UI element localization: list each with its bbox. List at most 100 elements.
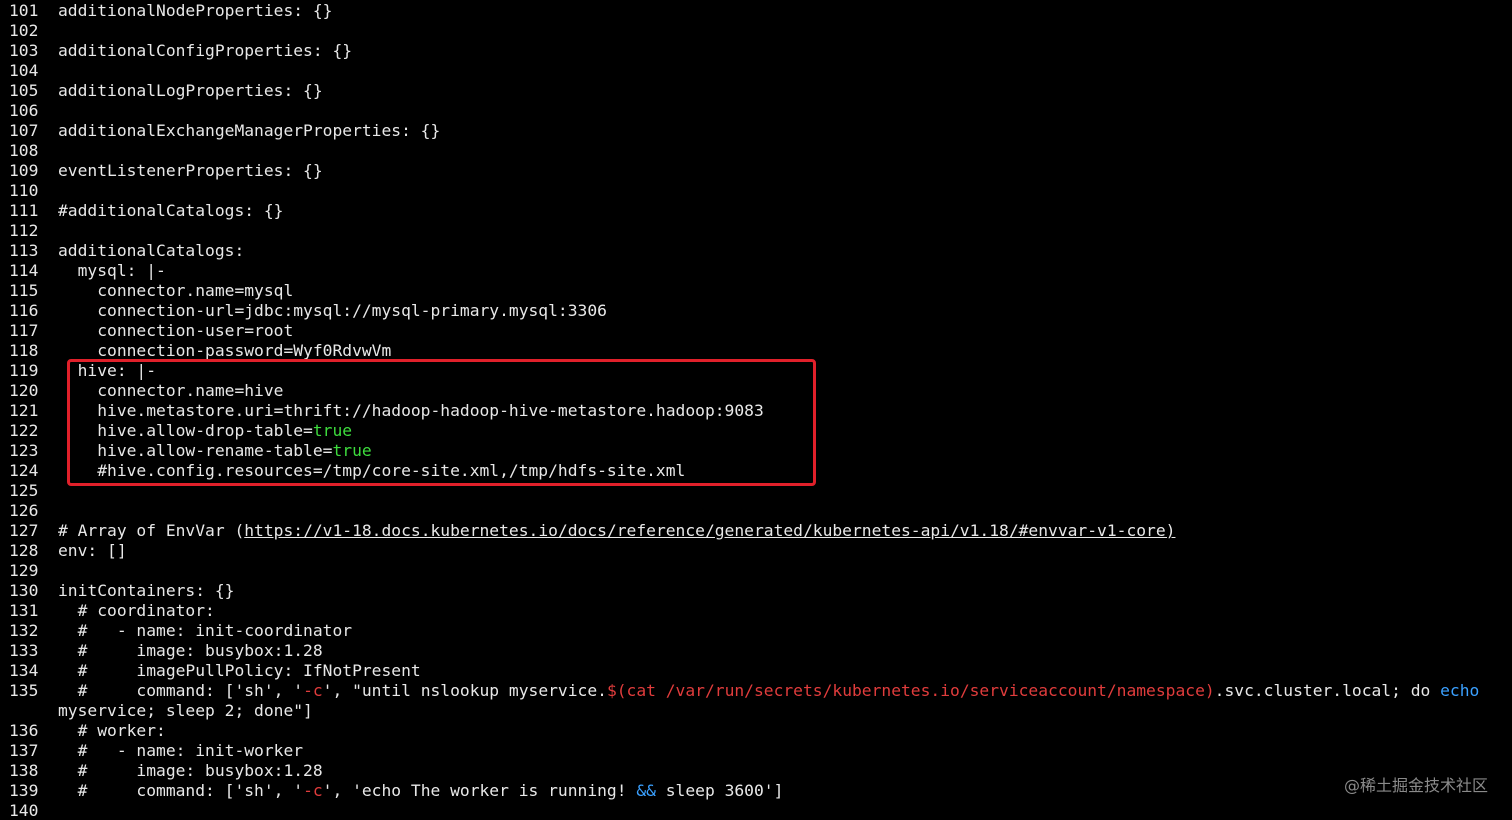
line-number: 108 [9,141,39,160]
code-text: ', 'echo The worker is running! [322,781,637,800]
code-text: additionalConfigProperties: {} [58,41,353,60]
code-text: # coordinator: [58,601,215,620]
watermark: @稀土掘金技术社区 [1343,776,1488,795]
line-number: 135 [9,681,39,700]
line-number: 117 [9,321,39,340]
terminal-window[interactable]: 101 additionalNodeProperties: {} 102 103 add… [0,0,1512,820]
code-text: # command: ['sh', ' [58,781,304,800]
code-text: && [636,781,656,800]
code-text: -c [303,781,323,800]
code-line: 129 [9,561,1512,581]
line-number: 103 [9,41,39,60]
code-text: connection-user=root [58,321,294,340]
code-line: 137 # - name: init-worker [9,741,1512,761]
code-text: echo [1440,681,1480,700]
line-number: 138 [9,761,39,780]
code-text: # - name: init-coordinator [58,621,353,640]
code-text: myservice; sleep 2; done"] [58,701,313,720]
line-number: 112 [9,221,39,240]
code-text: # imagePullPolicy: IfNotPresent [58,661,421,680]
code-text: additionalLogProperties: {} [58,81,323,100]
code-text: mysql: |- [58,261,166,280]
line-number: 134 [9,661,39,680]
code-text: connection-url=jdbc:mysql://mysql-primar… [58,301,607,320]
code-text: $(cat /var/run/secrets/kubernetes.io/ser… [606,681,1215,700]
line-number: 107 [9,121,39,140]
line-number: 128 [9,541,39,560]
line-number: 127 [9,521,39,540]
code-text: additionalNodeProperties: {} [58,1,333,20]
line-number: 109 [9,161,39,180]
code-line: myservice; sleep 2; done"] [9,701,1512,721]
code-text: #additionalCatalogs: {} [58,201,284,220]
code-line: 109 eventListenerProperties: {} [9,161,1512,181]
line-number: 120 [9,381,39,400]
code-line: 115 connector.name=mysql [9,281,1512,301]
code-line: 105 additionalLogProperties: {} [9,81,1512,101]
code-line: 106 [9,101,1512,121]
code-line: 108 [9,141,1512,161]
line-number: 114 [9,261,39,280]
line-number: 130 [9,581,39,600]
code-text: # worker: [58,721,166,740]
code-line: 134 # imagePullPolicy: IfNotPresent [9,661,1512,681]
line-number: 129 [9,561,39,580]
code-text: # image: busybox:1.28 [58,641,323,660]
code-line: 110 [9,181,1512,201]
code-text: .svc.cluster.local; do [1214,681,1441,700]
line-number: 104 [9,61,39,80]
doc-link[interactable]: https://v1-18.docs.kubernetes.io/docs/re… [244,521,1175,540]
code-line: 116 connection-url=jdbc:mysql://mysql-pr… [9,301,1512,321]
line-number: 131 [9,601,39,620]
line-number: 122 [9,421,39,440]
code-text: eventListenerProperties: {} [58,161,323,180]
line-number: 133 [9,641,39,660]
code-text: connection-password=Wyf0RdvwVm [58,341,392,360]
code-line: 138 # image: busybox:1.28 [9,761,1512,781]
code-text: -c [303,681,323,700]
code-text: sleep 3600'] [655,781,784,800]
code-text: additionalCatalogs: [58,241,245,260]
code-line: 114 mysql: |- [9,261,1512,281]
code-text: initContainers: {} [58,581,235,600]
line-number: 125 [9,481,39,500]
code-line: 103 additionalConfigProperties: {} [9,41,1512,61]
code-text: # - name: init-worker [58,741,304,760]
code-line: 133 # image: busybox:1.28 [9,641,1512,661]
line-number: 101 [9,1,39,20]
code-line: 102 [9,21,1512,41]
line-number: 111 [9,201,39,220]
code-line: 127 # Array of EnvVar (https://v1-18.docs… [9,521,1512,541]
line-number: 105 [9,81,39,100]
code-line: 135 # command: ['sh', '-c', "until nsloo… [9,681,1512,701]
code-line: 113 additionalCatalogs: [9,241,1512,261]
code-line: 131 # coordinator: [9,601,1512,621]
line-number: 113 [9,241,39,260]
code-line: 117 connection-user=root [9,321,1512,341]
code-text: # command: ['sh', ' [58,681,304,700]
code-text: # image: busybox:1.28 [58,761,323,780]
line-number: 124 [9,461,39,480]
code-line: 126 [9,501,1512,521]
code-line: 139 # command: ['sh', '-c', 'echo The wo… [9,781,1512,801]
line-number: 119 [9,361,39,380]
code-text: connector.name=mysql [58,281,294,300]
line-number: 139 [9,781,39,800]
code-text: env: [] [58,541,127,560]
code-text: additionalExchangeManagerProperties: {} [58,121,441,140]
code-line: 107 additionalExchangeManagerProperties: … [9,121,1512,141]
line-number: 110 [9,181,39,200]
code-line: 140 [9,801,1512,820]
line-number: 126 [9,501,39,520]
code-line: 136 # worker: [9,721,1512,741]
line-number: 106 [9,101,39,120]
code-line: 118 connection-password=Wyf0RdvwVm [9,341,1512,361]
code-line: 112 [9,221,1512,241]
code-line: 111 #additionalCatalogs: {} [9,201,1512,221]
line-number: 102 [9,21,39,40]
line-number: 132 [9,621,39,640]
line-number: 137 [9,741,39,760]
line-number: 116 [9,301,39,320]
line-number: 115 [9,281,39,300]
line-number: 136 [9,721,39,740]
